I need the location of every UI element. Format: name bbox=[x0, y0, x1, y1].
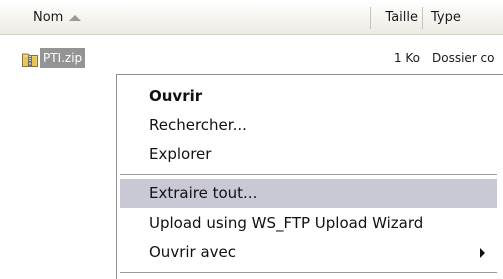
explorer-window: Nom Taille Type PTI.zip 1 Ko Dossier co … bbox=[0, 0, 503, 279]
menu-item-label: Explorer bbox=[149, 145, 212, 163]
column-header-name[interactable]: Nom bbox=[0, 0, 370, 35]
menu-item-label: Extraire tout... bbox=[149, 184, 258, 202]
column-type-label: Type bbox=[431, 10, 461, 25]
column-name-label: Nom bbox=[33, 10, 64, 25]
file-row[interactable]: PTI.zip 1 Ko Dossier co bbox=[0, 48, 503, 68]
menu-item-label: Ouvrir avec bbox=[149, 243, 237, 261]
menu-item-explore[interactable]: Explorer bbox=[120, 140, 497, 169]
menu-item-open[interactable]: Ouvrir bbox=[120, 82, 497, 111]
column-header-size[interactable]: Taille bbox=[370, 0, 422, 35]
file-type: Dossier co bbox=[432, 51, 495, 65]
menu-separator bbox=[120, 272, 497, 273]
context-menu: Ouvrir Rechercher... Explorer Extraire t… bbox=[116, 74, 503, 279]
submenu-arrow-icon bbox=[480, 248, 485, 258]
file-size: 1 Ko bbox=[393, 51, 420, 65]
menu-item-label: Rechercher... bbox=[149, 116, 247, 134]
menu-item-search[interactable]: Rechercher... bbox=[120, 111, 497, 140]
menu-item-upload-wsftp[interactable]: Upload using WS_FTP Upload Wizard bbox=[120, 209, 497, 238]
menu-item-open-with[interactable]: Ouvrir avec bbox=[120, 238, 497, 267]
menu-separator bbox=[120, 174, 497, 175]
column-header: Nom Taille Type bbox=[0, 0, 503, 35]
menu-item-extract-all[interactable]: Extraire tout... bbox=[120, 179, 497, 208]
sort-ascending-icon bbox=[69, 15, 81, 21]
menu-item-label: Upload using WS_FTP Upload Wizard bbox=[149, 214, 424, 232]
zip-folder-icon bbox=[22, 53, 38, 67]
column-size-label: Taille bbox=[385, 10, 418, 25]
file-name[interactable]: PTI.zip bbox=[40, 48, 86, 68]
menu-item-label: Ouvrir bbox=[149, 87, 203, 105]
column-header-type[interactable]: Type bbox=[422, 0, 503, 35]
